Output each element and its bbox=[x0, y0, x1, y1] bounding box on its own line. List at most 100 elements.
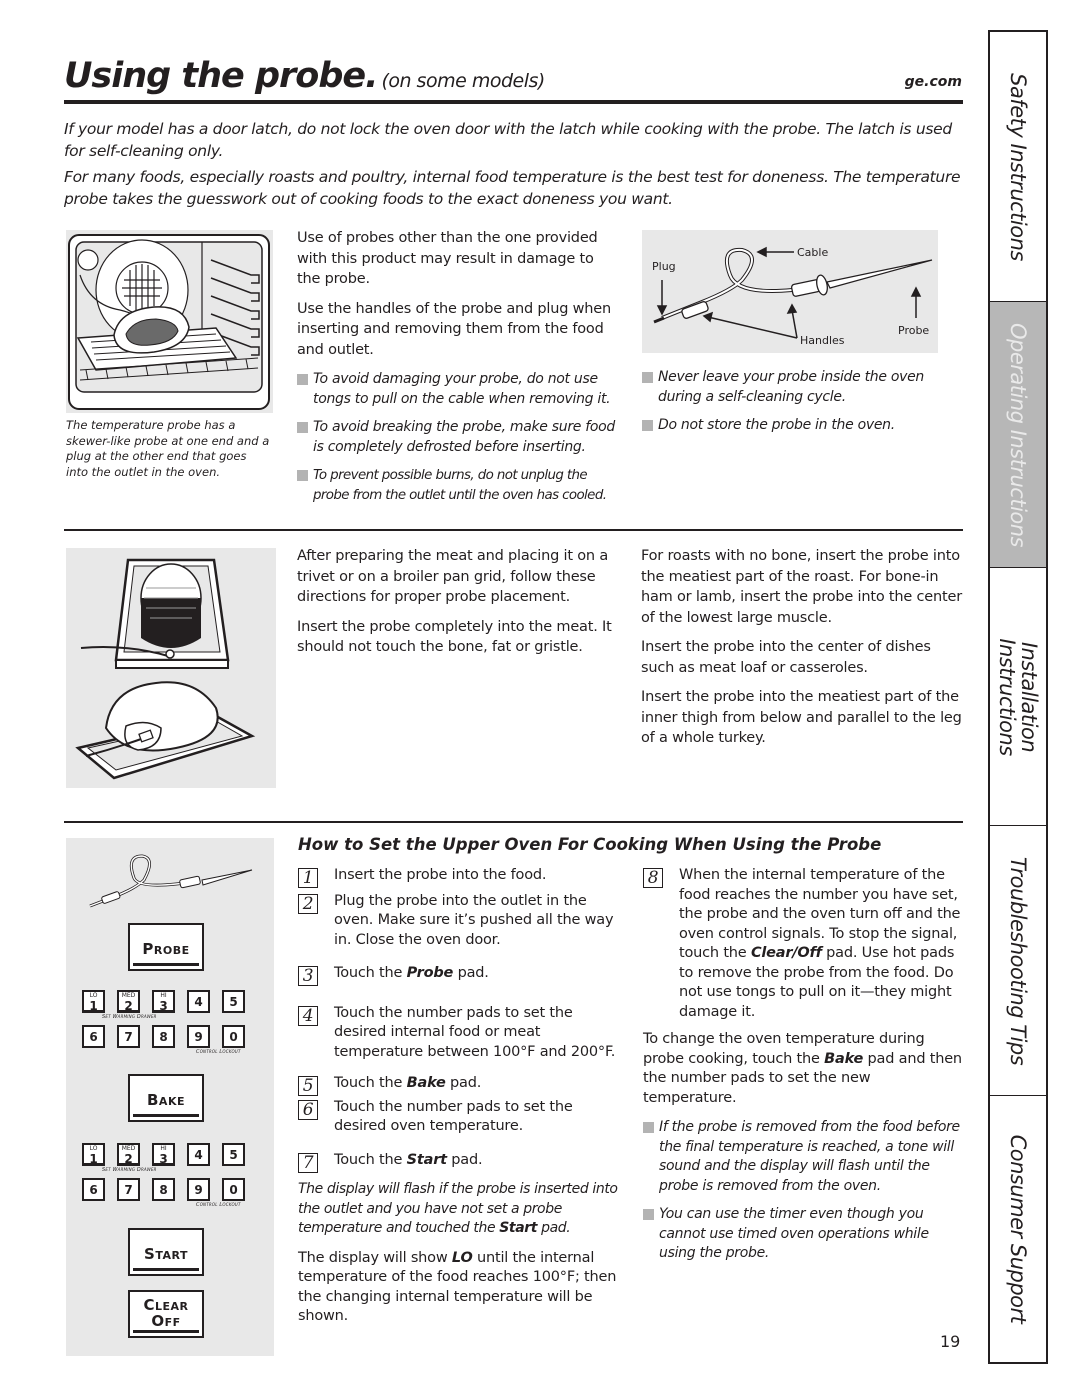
step-number-box: 2 bbox=[298, 893, 318, 914]
step-text-pre: Touch the bbox=[334, 965, 407, 981]
paragraph: Use of probes other than the one provide… bbox=[297, 230, 598, 287]
number-pad-2[interactable]: MED 2 bbox=[117, 1143, 140, 1166]
pad-digit: 5 bbox=[229, 1148, 238, 1162]
site-link[interactable]: ge.com bbox=[905, 74, 962, 90]
step-text-post: pad. bbox=[453, 965, 489, 981]
step-text-pre: Touch the number pads to set the desired… bbox=[334, 1004, 616, 1060]
number-pad-0[interactable]: 0 bbox=[222, 1178, 245, 1201]
pad-sublabel: LO bbox=[89, 992, 98, 999]
handles-label: Handles bbox=[800, 334, 845, 347]
number-pad-8[interactable]: 8 bbox=[152, 1178, 175, 1201]
section1-middle-column: Use of probes other than the one provide… bbox=[297, 228, 615, 514]
bullet-square-icon bbox=[642, 420, 653, 431]
number-pad-3[interactable]: HI 3 bbox=[152, 1143, 175, 1166]
control-panel-illustration: Probe LO 1 MED 2 HI 3 4 5 Set Warming Drawer 6 7 8 9… bbox=[66, 838, 274, 1356]
probe-parts-diagram: Plug Cable Handles Probe bbox=[642, 230, 938, 353]
number-pad-7[interactable]: 7 bbox=[117, 1025, 140, 1048]
number-pad-9[interactable]: 9 bbox=[187, 1025, 210, 1048]
step-text-pre: Touch the bbox=[334, 1151, 407, 1168]
step-text-post: pad. bbox=[446, 1151, 483, 1168]
probe-label: Probe bbox=[898, 324, 929, 337]
number-pad-5[interactable]: 5 bbox=[222, 1143, 245, 1166]
steps-list: 8 When the internal temperature of the fo… bbox=[643, 866, 965, 1022]
section-divider bbox=[64, 529, 963, 531]
bullet-square-icon bbox=[297, 470, 308, 481]
pad-sublabel: MED bbox=[121, 1145, 136, 1152]
page-number: 19 bbox=[940, 1332, 961, 1351]
instruction-step: 1 Insert the probe into the food. bbox=[298, 866, 620, 888]
section-heading: How to Set the Upper Oven For Cooking Wh… bbox=[298, 835, 882, 854]
off-label: Off bbox=[151, 1312, 181, 1330]
probe-pad[interactable]: Probe bbox=[128, 923, 204, 971]
step-number-box: 3 bbox=[298, 966, 318, 986]
pad-digit: 5 bbox=[229, 995, 238, 1009]
pad-sublabel: LO bbox=[89, 1145, 98, 1152]
step-text-pre: Plug the probe into the outlet in the ov… bbox=[334, 892, 614, 948]
warming-drawer-label: Set Warming Drawer bbox=[102, 1167, 157, 1173]
pad-sublabel: HI bbox=[160, 1145, 167, 1152]
instruction-step: 7 Touch the Start pad. bbox=[298, 1151, 620, 1173]
intro: If your model has a door latch, do not l… bbox=[64, 118, 964, 214]
tab-troubleshooting-tips[interactable]: Troubleshooting Tips bbox=[990, 826, 1046, 1096]
flash-note: The display will flash if the probe is i… bbox=[298, 1181, 618, 1236]
steps-right-column: 8 When the internal temperature of the fo… bbox=[643, 866, 965, 1273]
number-pad-0[interactable]: 0 bbox=[222, 1025, 245, 1048]
number-pad-1[interactable]: LO 1 bbox=[82, 1143, 105, 1166]
side-tab-strip: Safety Instructions Operating Instructio… bbox=[988, 30, 1048, 1364]
figure-caption: The temperature probe has a skewer-like … bbox=[66, 418, 270, 479]
caution-bullet: Never leave your probe inside the oven d… bbox=[642, 368, 942, 407]
number-pad-6[interactable]: 6 bbox=[82, 1178, 105, 1201]
tab-operating-instructions[interactable]: Operating Instructions bbox=[990, 302, 1046, 568]
clear-off-pad[interactable]: Clear Off bbox=[128, 1290, 204, 1338]
caution-bullet: Do not store the probe in the oven. bbox=[642, 416, 942, 436]
intro-paragraph: If your model has a door latch, do not l… bbox=[64, 120, 952, 160]
number-pad-7[interactable]: 7 bbox=[117, 1178, 140, 1201]
change-temperature-note: To change the oven temperature during pr… bbox=[643, 1031, 962, 1106]
tab-safety-instructions[interactable]: Safety Instructions bbox=[990, 32, 1046, 302]
page-title: Using the probe. (on some models) bbox=[64, 56, 545, 96]
warming-drawer-label: Set Warming Drawer bbox=[102, 1014, 157, 1020]
step-text-pre: Touch the number pads to set the desired… bbox=[334, 1098, 573, 1135]
paragraph: For roasts with no bone, insert the prob… bbox=[641, 548, 962, 626]
step-text-pre: Insert the probe into the food. bbox=[334, 867, 547, 883]
number-pad-1[interactable]: LO 1 bbox=[82, 990, 105, 1013]
step-number-box: 4 bbox=[298, 1005, 318, 1026]
instruction-step: 3 Touch the Probe pad. bbox=[298, 964, 620, 986]
plug-label: Plug bbox=[652, 260, 676, 273]
number-pad-6[interactable]: 6 bbox=[82, 1025, 105, 1048]
number-pad-4[interactable]: 4 bbox=[187, 990, 210, 1013]
step-number-box: 8 bbox=[643, 868, 663, 888]
bullet-square-icon bbox=[643, 1209, 654, 1220]
number-pad-4[interactable]: 4 bbox=[187, 1143, 210, 1166]
steps-left-column: 1 Insert the probe into the food. 2 Plug th… bbox=[298, 866, 620, 1327]
number-pad-9[interactable]: 9 bbox=[187, 1178, 210, 1201]
tab-consumer-support[interactable]: Consumer Support bbox=[990, 1096, 1046, 1362]
tab-installation-instructions[interactable]: Installation Instructions bbox=[990, 568, 1046, 826]
step-text-bold: Probe bbox=[406, 965, 454, 981]
oven-interior-illustration bbox=[66, 230, 273, 413]
step-number-box: 5 bbox=[298, 1076, 318, 1096]
lo-note: The display will show LO until the inter… bbox=[298, 1249, 617, 1325]
number-pad-3[interactable]: HI 3 bbox=[152, 990, 175, 1013]
pad-sublabel: HI bbox=[160, 992, 167, 999]
bullet-square-icon bbox=[643, 1122, 654, 1133]
bake-pad[interactable]: Bake bbox=[128, 1074, 204, 1122]
section-divider bbox=[64, 821, 963, 823]
start-pad[interactable]: Start bbox=[128, 1228, 204, 1276]
section1-right-bullets: Never leave your probe inside the oven d… bbox=[642, 368, 942, 445]
bullet-square-icon bbox=[297, 374, 308, 385]
step-text-post: pad. bbox=[445, 1075, 482, 1091]
info-bullet: You can use the timer even though you ca… bbox=[643, 1205, 965, 1264]
number-pad-5[interactable]: 5 bbox=[222, 990, 245, 1013]
instruction-step: 4 Touch the number pads to set the desire… bbox=[298, 1004, 620, 1063]
number-pad-8[interactable]: 8 bbox=[152, 1025, 175, 1048]
roast-and-turkey-illustration bbox=[66, 548, 276, 788]
caution-bullet: To prevent possible burns, do not unplug… bbox=[297, 466, 615, 505]
caution-bullet: To avoid breaking the probe, make sure f… bbox=[297, 418, 615, 457]
steps-list: 1 Insert the probe into the food. 2 Plug th… bbox=[298, 866, 620, 1173]
pad-digit: 1 bbox=[89, 1152, 98, 1166]
pad-digit: 1 bbox=[89, 999, 98, 1013]
number-pad-2[interactable]: MED 2 bbox=[117, 990, 140, 1013]
paragraph: Insert the probe completely into the mea… bbox=[297, 618, 612, 656]
intro-paragraph: For many foods, especially roasts and po… bbox=[64, 168, 961, 208]
